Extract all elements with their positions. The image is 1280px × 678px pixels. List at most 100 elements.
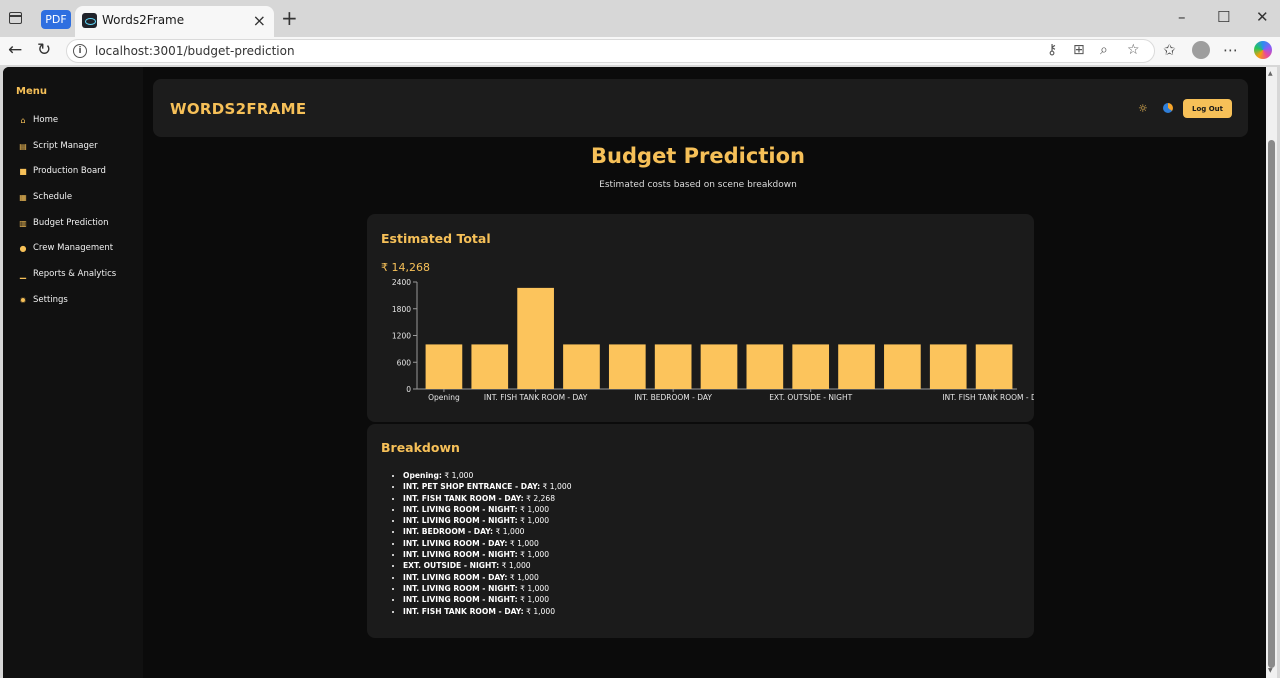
breakdown-amount: ₹ 1,000 xyxy=(523,606,556,616)
budget-bar-chart: 0 600 1200 1800 2400 Opening INT. FISH TANK RO… xyxy=(392,278,1034,402)
app-header: WORDS2FRAME ☼ Log Out xyxy=(153,79,1248,137)
sidebar-item-schedule[interactable]: ▦ Schedule xyxy=(18,189,72,205)
chart-bar xyxy=(425,344,463,389)
pdf-tab[interactable]: PDF xyxy=(41,10,71,29)
y-tick-label: 0 xyxy=(406,385,411,394)
sidebar-item-crew-management[interactable]: ● Crew Management xyxy=(18,240,114,256)
breakdown-title: Breakdown xyxy=(381,440,460,455)
y-tick-label: 2400 xyxy=(392,278,411,287)
breakdown-amount: ₹ 1,000 xyxy=(499,561,531,571)
chart-bar xyxy=(975,344,1013,389)
list-item: INT. LIVING ROOM - NIGHT: ₹ 1,000 xyxy=(403,515,572,526)
breakdown-scene: INT. LIVING ROOM - DAY: xyxy=(403,572,508,582)
breakdown-amount: ₹ 1,000 xyxy=(517,583,550,593)
list-item: INT. BEDROOM - DAY: ₹ 1,000 xyxy=(403,526,572,537)
chart-icon: ▁ xyxy=(19,269,27,279)
new-tab-icon[interactable]: + xyxy=(281,6,298,30)
estimated-total-card: Estimated Total ₹ 14,268 0 600 1200 1800 240… xyxy=(367,214,1034,422)
sidebar: Menu ⌂ Home ▤ Script Manager ■ Productio… xyxy=(3,67,143,678)
x-tick-label: INT. BEDROOM - DAY xyxy=(634,393,712,402)
y-tick-label: 600 xyxy=(397,358,412,367)
browser-toolbar: ← ↻ i localhost:3001/budget-prediction ⚷… xyxy=(0,37,1280,65)
page-scrollbar[interactable]: ▲ ▼ xyxy=(1266,67,1277,678)
x-tick-label: Opening xyxy=(428,393,460,402)
sidebar-item-label: Production Board xyxy=(33,166,106,176)
chart-bar xyxy=(746,344,784,389)
breakdown-amount: ₹ 1,000 xyxy=(540,482,572,492)
breakdown-scene: INT. LIVING ROOM - NIGHT: xyxy=(403,583,518,593)
users-icon: ● xyxy=(19,243,27,253)
sidebar-item-script-manager[interactable]: ▤ Script Manager xyxy=(18,138,97,154)
chart-bar xyxy=(884,344,921,389)
chart-bar xyxy=(792,344,830,389)
chart-bar xyxy=(929,344,967,389)
list-item: INT. LIVING ROOM - DAY: ₹ 1,000 xyxy=(403,572,572,583)
sidebar-item-reports-analytics[interactable]: ▁ Reports & Analytics xyxy=(18,266,116,282)
breakdown-amount: ₹ 1,000 xyxy=(441,471,474,480)
tab-actions-icon[interactable] xyxy=(9,12,22,24)
maximize-icon[interactable]: ☐ xyxy=(1217,8,1230,26)
calculator-icon: ▥ xyxy=(19,218,27,228)
sidebar-title: Menu xyxy=(16,86,47,97)
favorites-icon[interactable]: ✩ xyxy=(1163,41,1176,59)
sidebar-item-home[interactable]: ⌂ Home xyxy=(18,112,58,128)
url-text: localhost:3001/budget-prediction xyxy=(95,44,295,58)
chart-bar xyxy=(608,344,646,389)
brand-logo[interactable]: WORDS2FRAME xyxy=(170,100,306,118)
list-item: INT. PET SHOP ENTRANCE - DAY: ₹ 1,000 xyxy=(403,481,572,492)
home-icon: ⌂ xyxy=(20,115,26,125)
chart-bar xyxy=(517,287,554,389)
address-bar[interactable]: i localhost:3001/budget-prediction ⚷ ⊞ ⌕… xyxy=(66,39,1155,63)
close-tab-icon[interactable]: × xyxy=(253,11,266,30)
favorite-star-icon[interactable]: ☆ xyxy=(1127,42,1140,58)
logout-button[interactable]: Log Out xyxy=(1183,99,1232,118)
active-tab[interactable]: Words2Frame × xyxy=(75,6,274,37)
sidebar-item-label: Schedule xyxy=(33,192,73,202)
list-item: INT. LIVING ROOM - NIGHT: ₹ 1,000 xyxy=(403,594,572,605)
list-item: INT. LIVING ROOM - DAY: ₹ 1,000 xyxy=(403,538,572,549)
profile-avatar-icon[interactable] xyxy=(1192,41,1210,59)
breakdown-scene: INT. LIVING ROOM - NIGHT: xyxy=(403,516,518,526)
page-subtitle: Estimated costs based on scene breakdown xyxy=(599,180,797,190)
theme-pie-icon[interactable] xyxy=(1163,103,1173,113)
breakdown-scene: INT. FISH TANK ROOM - DAY: xyxy=(403,493,524,503)
list-item: INT. LIVING ROOM - NIGHT: ₹ 1,000 xyxy=(403,583,572,594)
sun-icon[interactable]: ☼ xyxy=(1138,102,1148,115)
breakdown-amount: ₹ 1,000 xyxy=(507,538,539,548)
chart-bar xyxy=(700,344,738,389)
list-item: Opening: ₹ 1,000 xyxy=(403,470,572,481)
close-window-icon[interactable]: ✕ xyxy=(1256,8,1269,26)
scroll-thumb[interactable] xyxy=(1268,140,1275,668)
sidebar-item-budget-prediction[interactable]: ▥ Budget Prediction xyxy=(18,215,108,231)
breakdown-scene: INT. LIVING ROOM - NIGHT: xyxy=(403,504,518,514)
breakdown-scene: INT. LIVING ROOM - DAY: xyxy=(403,538,508,548)
sidebar-item-label: Settings xyxy=(33,295,68,305)
sidebar-item-settings[interactable]: ✹ Settings xyxy=(18,292,68,308)
copilot-icon[interactable] xyxy=(1254,41,1272,59)
video-icon: ■ xyxy=(19,166,27,176)
minimize-icon[interactable]: – xyxy=(1178,8,1186,26)
back-arrow-icon[interactable]: ← xyxy=(8,40,22,60)
breakdown-list: Opening: ₹ 1,000INT. PET SHOP ENTRANCE -… xyxy=(403,470,572,617)
reload-icon[interactable]: ↻ xyxy=(37,40,51,60)
scroll-up-icon[interactable]: ▲ xyxy=(1268,70,1273,77)
key-icon[interactable]: ⚷ xyxy=(1047,42,1057,58)
scroll-down-icon[interactable]: ▼ xyxy=(1268,667,1273,674)
app-page: Menu ⌂ Home ▤ Script Manager ■ Productio… xyxy=(3,67,1277,678)
list-item: EXT. OUTSIDE - NIGHT: ₹ 1,000 xyxy=(403,560,572,571)
file-icon: ▤ xyxy=(19,141,27,151)
breakdown-scene: Opening: xyxy=(403,471,442,480)
breakdown-scene: INT. FISH TANK ROOM - DAY: xyxy=(403,606,524,616)
zoom-icon[interactable]: ⌕ xyxy=(1100,42,1108,58)
apps-icon[interactable]: ⊞ xyxy=(1073,42,1085,58)
x-tick-label: EXT. OUTSIDE - NIGHT xyxy=(769,393,852,402)
sidebar-item-production-board[interactable]: ■ Production Board xyxy=(18,163,106,179)
breakdown-amount: ₹ 1,000 xyxy=(517,504,550,514)
info-icon[interactable]: i xyxy=(73,44,87,58)
list-item: INT. LIVING ROOM - NIGHT: ₹ 1,000 xyxy=(403,549,572,560)
more-options-icon[interactable]: ⋯ xyxy=(1223,41,1238,59)
breakdown-card: Breakdown Opening: ₹ 1,000INT. PET SHOP … xyxy=(367,424,1034,638)
chart-bar xyxy=(838,344,875,389)
breakdown-scene: INT. LIVING ROOM - NIGHT: xyxy=(403,550,518,560)
y-tick-label: 1200 xyxy=(392,332,411,341)
